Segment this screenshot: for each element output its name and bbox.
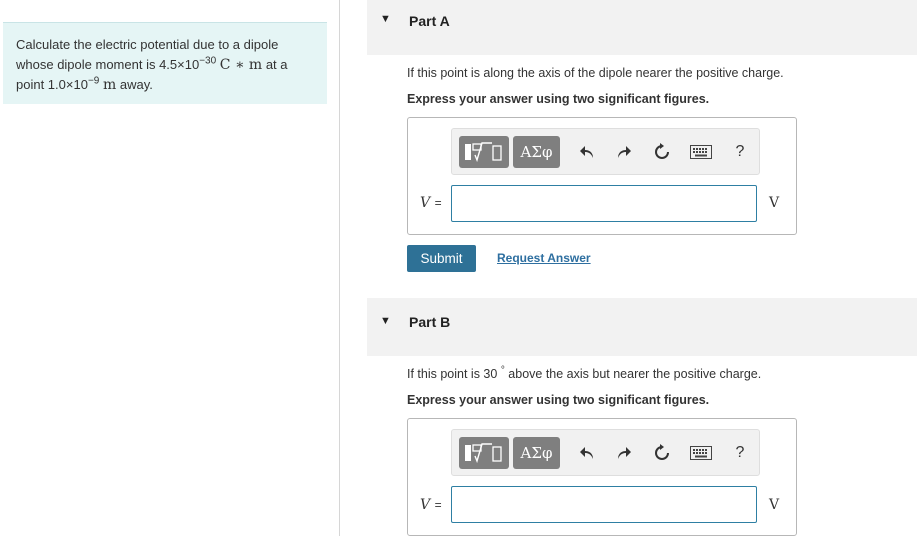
moment-exponent: −30 <box>199 55 217 67</box>
templates-icon[interactable] <box>459 437 509 469</box>
part-a-title: Part A <box>409 13 450 29</box>
redo-icon[interactable] <box>611 440 637 466</box>
part-b-answer-input[interactable] <box>451 486 757 523</box>
part-b-title: Part B <box>409 314 451 330</box>
distance-unit: m <box>102 77 117 93</box>
redo-icon[interactable] <box>611 139 637 165</box>
keyboard-icon[interactable] <box>688 440 714 466</box>
help-icon[interactable]: ? <box>727 440 753 466</box>
submit-button[interactable]: Submit <box>407 245 476 272</box>
part-a-header[interactable]: ▼ Part A <box>367 0 917 55</box>
part-b-answer-box: ΑΣφ ? V = V <box>407 418 797 536</box>
moment-unit: C ∗ m <box>219 56 263 73</box>
distance-exponent: −9 <box>87 75 100 87</box>
collapse-triangle-icon[interactable]: ▼ <box>380 315 391 327</box>
variable-label: V = <box>420 195 442 211</box>
undo-icon[interactable] <box>574 440 600 466</box>
reset-icon[interactable] <box>649 139 675 165</box>
part-b-instruction: Express your answer using two significan… <box>407 393 710 407</box>
greek-symbols-icon[interactable]: ΑΣφ <box>513 437 560 469</box>
problem-line-1: Calculate the electric potential due to … <box>16 37 279 52</box>
variable-label: V = <box>420 497 442 513</box>
part-a-answer-input[interactable] <box>451 185 757 222</box>
collapse-triangle-icon[interactable]: ▼ <box>380 13 391 25</box>
part-b-header[interactable]: ▼ Part B <box>367 298 917 356</box>
part-a-prompt: If this point is along the axis of the d… <box>407 66 784 80</box>
math-toolbar: ΑΣφ ? <box>451 128 760 175</box>
undo-icon[interactable] <box>574 139 600 165</box>
templates-icon[interactable] <box>459 136 509 168</box>
reset-icon[interactable] <box>649 440 675 466</box>
unit-label: V <box>769 497 780 513</box>
part-a-answer-box: ΑΣφ ? V = V <box>407 117 797 235</box>
problem-line-2: whose dipole moment is 4.5×10−30 C ∗ m a… <box>16 55 288 73</box>
keyboard-icon[interactable] <box>688 139 714 165</box>
request-answer-link[interactable]: Request Answer <box>497 251 591 265</box>
problem-line-3: point 1.0×10−9 m away. <box>16 75 153 93</box>
problem-panel: Calculate the electric potential due to … <box>0 0 340 536</box>
unit-label: V <box>769 195 780 211</box>
part-b-prompt: If this point is 30 ° above the axis but… <box>407 364 762 381</box>
part-a-instruction: Express your answer using two significan… <box>407 92 710 106</box>
help-icon[interactable]: ? <box>727 139 753 165</box>
problem-statement: Calculate the electric potential due to … <box>3 22 327 104</box>
math-toolbar: ΑΣφ ? <box>451 429 760 476</box>
greek-symbols-icon[interactable]: ΑΣφ <box>513 136 560 168</box>
